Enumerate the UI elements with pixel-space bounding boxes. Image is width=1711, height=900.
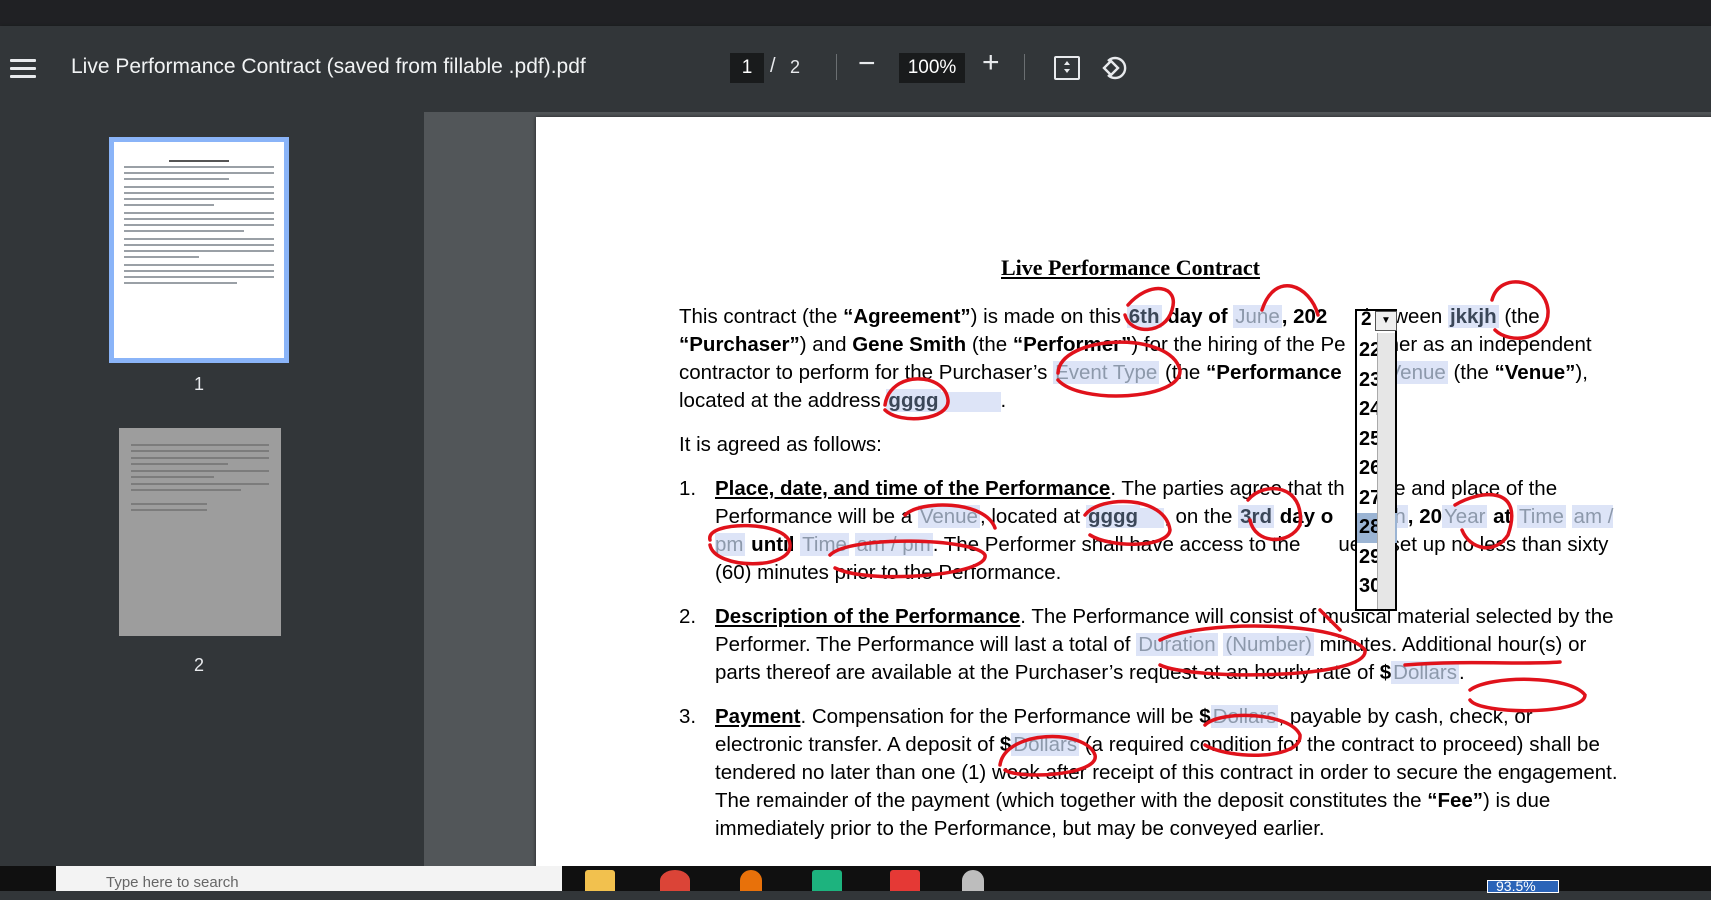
number-field[interactable]: (Number) [1223, 633, 1314, 656]
month-field[interactable]: June [1233, 305, 1282, 328]
taskbar-search-input[interactable]: Type here to search [56, 866, 562, 891]
address-field-2[interactable]: gggg [1085, 505, 1141, 528]
page-thumbnail-1[interactable] [109, 137, 289, 363]
day-field[interactable]: 6th [1126, 305, 1162, 328]
purchaser-name-field[interactable]: jkkjh [1447, 305, 1499, 328]
event-type-field[interactable]: Event Type [1053, 361, 1160, 384]
pdf-toolbar: Live Performance Contract (saved from fi… [0, 26, 1711, 112]
contract-body: This contract (the “Agreement”) is made … [679, 303, 1619, 859]
menu-icon[interactable] [10, 56, 36, 78]
year-dropdown-current: 2 [1361, 309, 1372, 330]
clause-1: 1. Place, date, and time of the Performa… [679, 477, 1614, 584]
clause-3: 3. Payment. Compensation for the Perform… [679, 705, 1618, 840]
agreed-line: It is agreed as follows: [679, 433, 882, 456]
hourly-rate-field[interactable]: Dollars [1391, 661, 1459, 684]
file-explorer-icon[interactable] [585, 870, 615, 891]
app-icon[interactable] [740, 870, 762, 891]
zoom-out-button[interactable]: − [858, 49, 876, 79]
end-time-field[interactable]: Time [800, 533, 849, 556]
chrome-icon[interactable] [660, 870, 690, 891]
thumbnail-label-1: 1 [194, 374, 205, 394]
rotate-icon[interactable] [1100, 53, 1130, 83]
compensation-field[interactable]: Dollars [1210, 705, 1279, 728]
day-field-2[interactable]: 3rd [1238, 505, 1275, 528]
start-time-field[interactable]: Time [1517, 505, 1566, 528]
browser-top-strip [0, 0, 1711, 27]
contract-heading: Live Performance Contract [1001, 255, 1261, 280]
clause-2: 2. Description of the Performance. The P… [679, 605, 1614, 684]
chevron-down-icon[interactable]: ▼ [1375, 311, 1397, 331]
venue-field-2[interactable]: Venue [917, 505, 980, 528]
fit-to-page-icon[interactable] [1054, 56, 1080, 80]
battery-indicator[interactable]: 93.5% [1487, 879, 1559, 893]
intro-paragraph: This contract (the “Agreement”) is made … [679, 305, 1592, 412]
zoom-in-button[interactable]: + [982, 48, 1000, 78]
app-icon[interactable] [890, 870, 920, 891]
page-total: 2 [790, 57, 801, 77]
zoom-level-input[interactable]: 100% [899, 53, 965, 83]
app-icon[interactable] [962, 870, 984, 891]
duration-field[interactable]: Duration [1136, 633, 1218, 656]
dropdown-scrollbar[interactable] [1377, 333, 1395, 609]
year-field[interactable]: Year [1442, 505, 1488, 528]
deposit-field[interactable]: Dollars [1011, 733, 1080, 756]
page-separator: / [770, 55, 776, 77]
year-dropdown[interactable]: 2 ▼ 22 23 24 25 26 27 28 29 30 [1355, 309, 1397, 611]
app-icon[interactable] [812, 870, 842, 891]
document-title: Live Performance Contract (saved from fi… [71, 55, 586, 78]
toolbar-divider [1024, 54, 1025, 80]
end-ampm-field[interactable]: am / pm [854, 533, 933, 556]
address-field[interactable]: gggg [886, 389, 941, 412]
thumbnail-label-2: 2 [194, 655, 205, 675]
page-thumbnail-2[interactable] [119, 428, 281, 636]
toolbar-divider [836, 54, 837, 80]
thumbnail-sidebar: 1 2 [0, 112, 424, 866]
windows-taskbar: Type here to search 93.5% [0, 866, 1711, 893]
page-number-input[interactable]: 1 [730, 53, 764, 83]
